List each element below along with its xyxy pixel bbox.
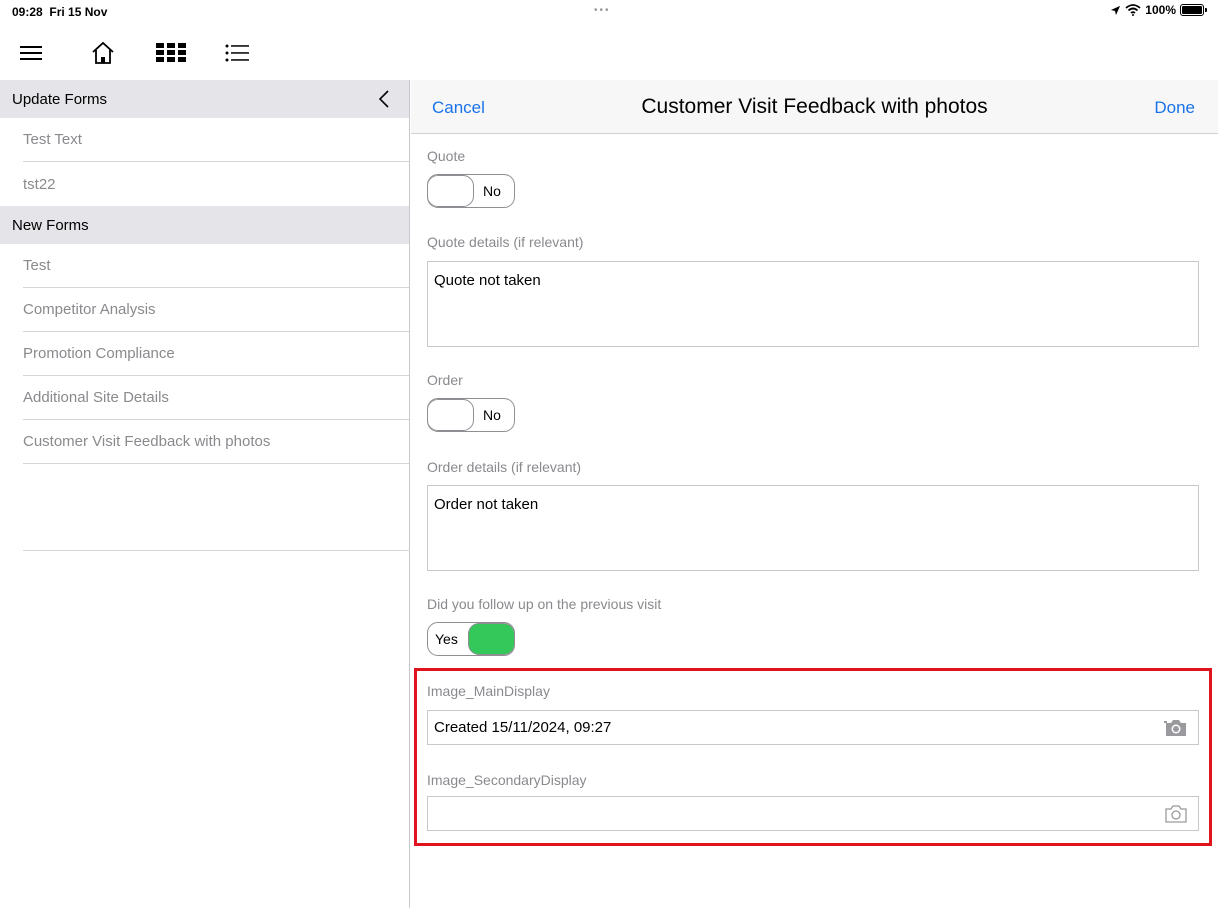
status-bar: 09:28 Fri 15 Nov ••• 100% (0, 0, 1218, 26)
image-main-value: Created 15/11/2024, 09:27 (434, 719, 612, 736)
toggle-knob (428, 175, 474, 207)
quote-details-field[interactable]: Quote not taken (427, 261, 1199, 347)
list-item-label: Customer Visit Feedback with photos (23, 433, 271, 450)
done-button[interactable]: Done (1154, 98, 1195, 118)
image-main-label: Image_MainDisplay (427, 683, 550, 699)
toggle-knob (468, 623, 514, 655)
section-title: New Forms (12, 216, 89, 234)
camera-icon[interactable] (1164, 804, 1188, 824)
order-details-label: Order details (if relevant) (427, 459, 582, 475)
form-editor: Cancel Customer Visit Feedback with phot… (411, 80, 1218, 908)
image-secondary-field[interactable] (427, 796, 1199, 831)
list-item-label: Test (23, 257, 51, 274)
quote-toggle[interactable]: No (427, 174, 515, 208)
form-list-sidebar: Update Forms Test Text tst22 New Forms T… (0, 80, 410, 908)
menu-icon[interactable] (14, 36, 48, 70)
status-time: 09:28 Fri 15 Nov (12, 5, 108, 19)
quote-label: Quote (427, 148, 466, 164)
list-item-label: Promotion Compliance (23, 345, 175, 362)
multitasking-dots[interactable]: ••• (594, 5, 611, 16)
order-toggle[interactable]: No (427, 398, 515, 432)
location-arrow-icon (1111, 5, 1121, 15)
follow-up-toggle[interactable]: Yes (427, 622, 515, 656)
list-item-label: tst22 (23, 175, 56, 193)
follow-up-label: Did you follow up on the previous visit (427, 596, 662, 612)
order-details-field[interactable]: Order not taken (427, 485, 1199, 571)
battery-icon (1180, 4, 1207, 16)
image-main-field[interactable]: Created 15/11/2024, 09:27 (427, 710, 1199, 745)
list-item[interactable]: Promotion Compliance (23, 332, 409, 376)
divider (23, 550, 410, 551)
list-item-label: Test Text (23, 131, 82, 148)
list-item-label: Competitor Analysis (23, 301, 156, 318)
quote-details-label: Quote details (if relevant) (427, 234, 584, 250)
section-header-update-forms: Update Forms (0, 80, 409, 118)
form-nav-bar: Cancel Customer Visit Feedback with phot… (411, 80, 1218, 134)
list-item[interactable]: Test Text (23, 118, 409, 162)
list-item[interactable]: Customer Visit Feedback with photos (23, 420, 409, 464)
home-icon[interactable] (86, 36, 120, 70)
status-indicators: 100% (1110, 3, 1207, 17)
top-toolbar (0, 26, 420, 78)
toggle-value: No (483, 183, 501, 199)
list-item-label: Additional Site Details (23, 389, 169, 406)
camera-filled-icon[interactable] (1164, 718, 1188, 738)
chevron-left-icon[interactable] (375, 88, 395, 110)
grid-icon[interactable] (154, 36, 188, 70)
list-item[interactable]: tst22 (23, 162, 409, 206)
image-secondary-label: Image_SecondaryDisplay (427, 772, 587, 788)
wifi-icon (1125, 4, 1141, 16)
list-icon[interactable] (220, 36, 254, 70)
list-item[interactable]: Test (23, 244, 409, 288)
battery-percent: 100% (1145, 3, 1176, 17)
toggle-value: Yes (435, 631, 458, 647)
section-title: Update Forms (12, 90, 108, 108)
list-item[interactable]: Competitor Analysis (23, 288, 409, 332)
section-header-new-forms: New Forms (0, 206, 409, 244)
toggle-value: No (483, 407, 501, 423)
page-title: Customer Visit Feedback with photos (641, 95, 988, 118)
toggle-knob (428, 399, 474, 431)
order-label: Order (427, 372, 463, 388)
list-item[interactable]: Additional Site Details (23, 376, 409, 420)
